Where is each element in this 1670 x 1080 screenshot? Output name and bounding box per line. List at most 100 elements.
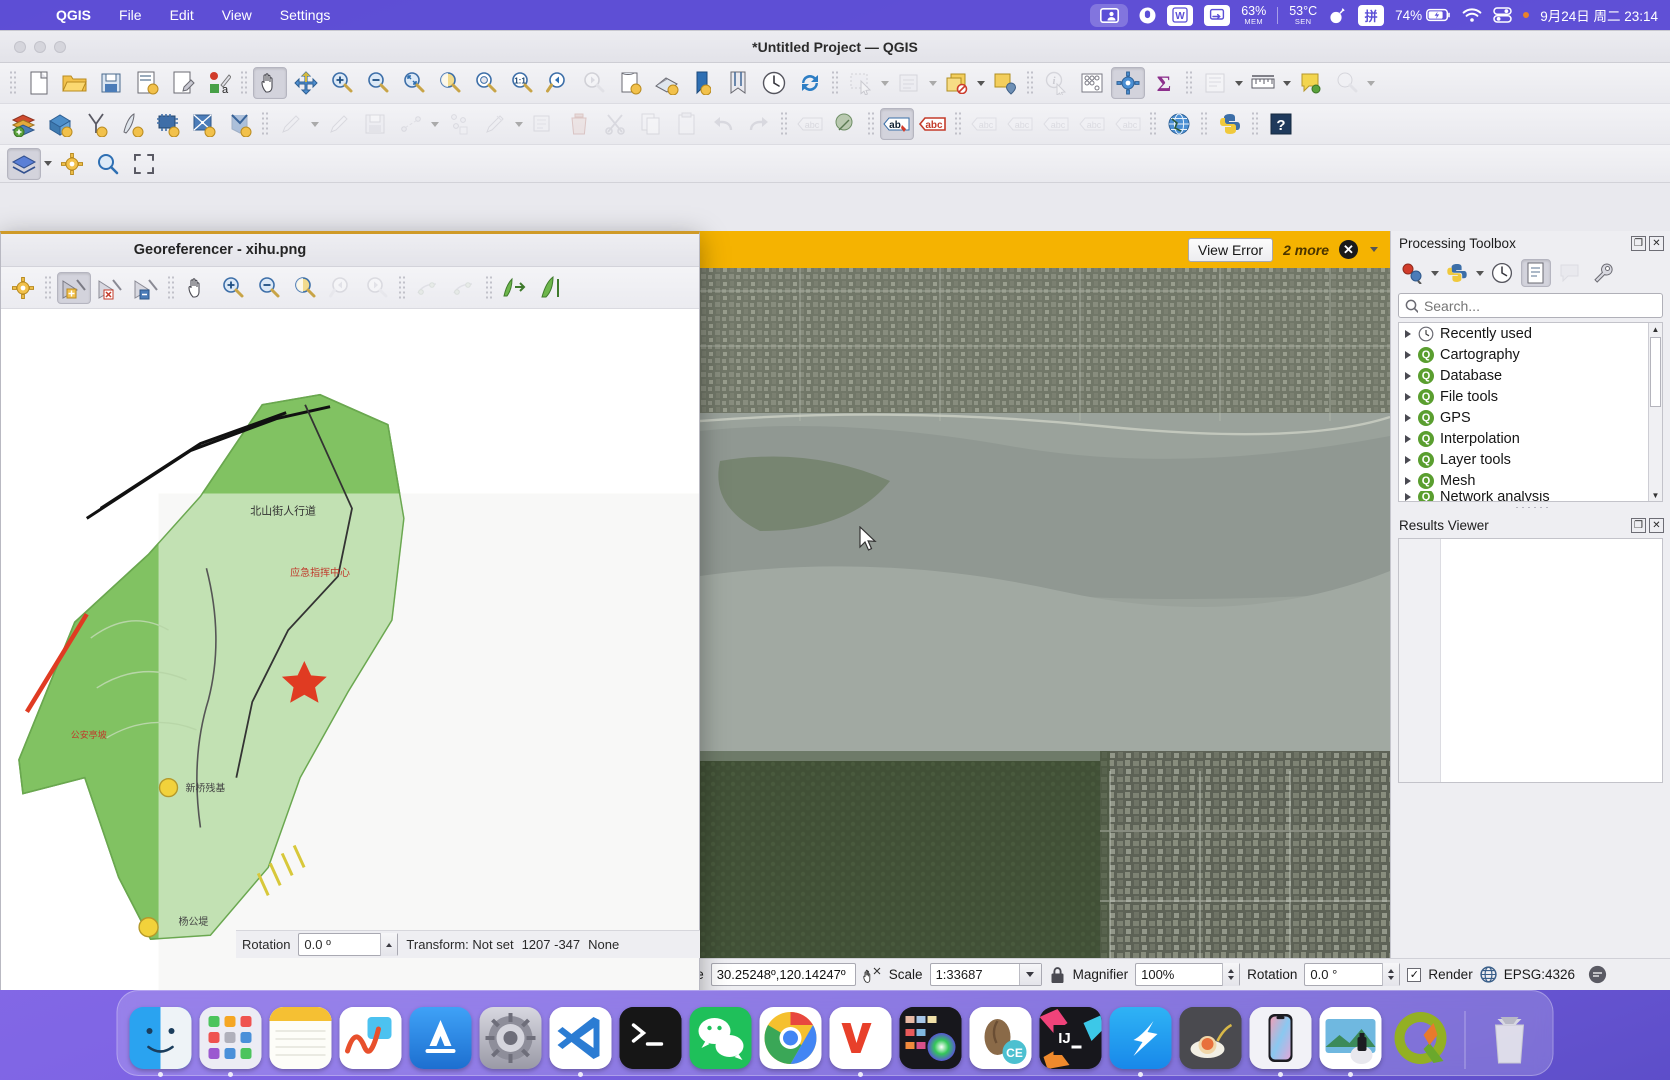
dock-item-intellij-idea[interactable]: IJ xyxy=(1039,1007,1102,1069)
show-layout-manager-button[interactable] xyxy=(1198,67,1232,99)
add-gcp-point-button[interactable] xyxy=(57,271,91,304)
transformation-settings-button[interactable] xyxy=(534,272,568,304)
dock-item-cooking-app[interactable] xyxy=(1179,1007,1242,1069)
expand-triangle-icon[interactable] xyxy=(1405,476,1411,485)
menu-item-view[interactable]: View xyxy=(208,0,266,30)
magnifier-stepper[interactable] xyxy=(1222,963,1240,986)
georef-toolbar-grip[interactable] xyxy=(167,274,176,301)
dock-item-system-settings[interactable] xyxy=(479,1007,542,1069)
dock-item-app-store[interactable] xyxy=(409,1007,472,1069)
dock-item-wps-office[interactable] xyxy=(829,1007,892,1077)
pan-map-tool[interactable] xyxy=(253,67,287,99)
layer-styling-panel-button[interactable] xyxy=(7,147,41,180)
open-attribute-table-button[interactable] xyxy=(940,67,974,99)
georef-toolbar-grip[interactable] xyxy=(398,274,407,301)
zoom-last-tool[interactable] xyxy=(541,67,575,99)
highlight-labels-button[interactable]: abc xyxy=(916,108,950,140)
scale-dropdown-arrow-icon[interactable] xyxy=(1018,964,1041,985)
toggle-extents-icon[interactable] xyxy=(863,965,882,985)
dock-item-sequel-ce[interactable]: CE xyxy=(969,1007,1032,1069)
new-3d-map-view-button[interactable] xyxy=(649,67,683,99)
modify-dropdown[interactable] xyxy=(513,108,525,140)
screen-share-icon[interactable] xyxy=(1090,3,1129,27)
add-spatialite-layer-button[interactable] xyxy=(151,108,185,140)
cut-features-button[interactable] xyxy=(598,108,632,140)
undock-results-icon[interactable]: ❐ xyxy=(1631,518,1646,533)
menu-item-settings[interactable]: Settings xyxy=(266,0,345,30)
sensor-temp-indicator[interactable]: 53°C SEN xyxy=(1289,5,1317,25)
zoom-out-tool[interactable] xyxy=(361,67,395,99)
close-results-icon[interactable]: ✕ xyxy=(1649,518,1664,533)
undock-panel-icon[interactable]: ❐ xyxy=(1631,236,1646,251)
coordinate-field[interactable]: 30.25248º,120.14247º xyxy=(710,963,856,986)
modify-attributes-button[interactable] xyxy=(478,108,512,140)
dock-item-finder[interactable] xyxy=(129,1007,192,1077)
label-properties-button[interactable]: abc xyxy=(1111,108,1145,140)
toolbar-grip[interactable] xyxy=(1149,111,1158,137)
pin-labels-button[interactable]: ab xyxy=(880,108,914,140)
toolbar-grip[interactable] xyxy=(1026,70,1035,96)
crs-globe-icon[interactable] xyxy=(1480,966,1497,983)
georef-rotation-stepper[interactable] xyxy=(380,933,398,956)
tree-item-file-tools[interactable]: Q File tools xyxy=(1399,386,1662,407)
select-tools-dropdown[interactable] xyxy=(879,67,891,99)
tree-item-recently-used[interactable]: Recently used xyxy=(1399,323,1662,344)
dock-item-launchpad[interactable] xyxy=(199,1007,262,1077)
georef-zoom-last-tool[interactable] xyxy=(324,272,358,304)
editing-dropdown[interactable] xyxy=(309,108,321,140)
clock-datetime[interactable]: 9月24日 周二 23:14 xyxy=(1540,5,1658,25)
toolbar-grip[interactable] xyxy=(780,111,789,137)
zoom-native-resolution-tool[interactable]: 1:1 xyxy=(505,67,539,99)
rotation-stepper[interactable] xyxy=(1382,963,1400,986)
temporal-controller-button[interactable] xyxy=(757,67,791,99)
change-label-button[interactable]: abc xyxy=(1039,108,1073,140)
scroll-down-arrow-icon[interactable]: ▼ xyxy=(1650,489,1661,501)
new-map-bookmark-button[interactable] xyxy=(685,67,719,99)
minimize-window-button[interactable] xyxy=(34,40,46,53)
close-error-bar-icon[interactable]: ✕ xyxy=(1339,240,1358,259)
new-print-layout-button[interactable] xyxy=(166,67,200,99)
tree-item-database[interactable]: Q Database xyxy=(1399,365,1662,386)
layer-labeling-button[interactable] xyxy=(829,108,863,140)
expand-triangle-icon[interactable] xyxy=(1405,493,1411,501)
scroll-up-arrow-icon[interactable]: ▲ xyxy=(1650,323,1661,335)
memory-usage-indicator[interactable]: 63% MEM xyxy=(1241,5,1266,25)
models-dropdown[interactable] xyxy=(1430,259,1439,287)
expand-triangle-icon[interactable] xyxy=(1405,392,1411,401)
plugin-settings-button[interactable] xyxy=(55,148,89,180)
tree-item-mesh[interactable]: Q Mesh xyxy=(1399,470,1662,491)
lock-scale-icon[interactable] xyxy=(1049,965,1066,985)
zoom-in-tool[interactable] xyxy=(325,67,359,99)
georef-zoom-layer-tool[interactable] xyxy=(288,272,322,304)
tree-item-cartography[interactable]: Q Cartography xyxy=(1399,344,1662,365)
expand-triangle-icon[interactable] xyxy=(1405,455,1411,464)
load-gcp-points-button[interactable] xyxy=(411,272,445,304)
save-project-button[interactable] xyxy=(94,67,128,99)
wifi-icon[interactable] xyxy=(1462,7,1482,23)
comment-icon[interactable] xyxy=(1555,259,1585,287)
pan-to-selection-tool[interactable] xyxy=(289,67,323,99)
dock-item-chrome[interactable] xyxy=(759,1007,822,1069)
messages-icon[interactable] xyxy=(1588,965,1607,984)
scrollbar-thumb[interactable] xyxy=(1650,337,1661,407)
scripts-dropdown[interactable] xyxy=(1475,259,1484,287)
map-canvas[interactable]: View Error 2 more ✕ xyxy=(700,231,1390,990)
toolbar-grip[interactable] xyxy=(240,70,249,96)
style-manager-button[interactable]: a xyxy=(202,67,236,99)
zoom-to-layer-tool[interactable] xyxy=(469,67,503,99)
show-bookmarks-button[interactable] xyxy=(721,67,755,99)
label-tool-button[interactable]: abc xyxy=(793,108,827,140)
history-clock-icon[interactable] xyxy=(1487,259,1517,287)
view-error-button[interactable]: View Error xyxy=(1187,237,1274,262)
measure-line-button[interactable] xyxy=(1246,67,1280,99)
processing-algorithms-tree[interactable]: Recently used Q Cartography Q Database Q… xyxy=(1398,322,1663,502)
rotate-label-button[interactable]: abc xyxy=(1003,108,1037,140)
georef-zoom-out-tool[interactable] xyxy=(252,272,286,304)
move-label-button[interactable]: abc xyxy=(967,108,1001,140)
layer-styling-dropdown[interactable] xyxy=(42,148,54,180)
add-postgis-layer-button[interactable] xyxy=(115,108,149,140)
zoom-full-tool[interactable] xyxy=(397,67,431,99)
results-log-icon[interactable] xyxy=(1521,259,1551,287)
add-raster-layer-button[interactable] xyxy=(43,108,77,140)
dock-item-wechat[interactable] xyxy=(689,1007,752,1069)
